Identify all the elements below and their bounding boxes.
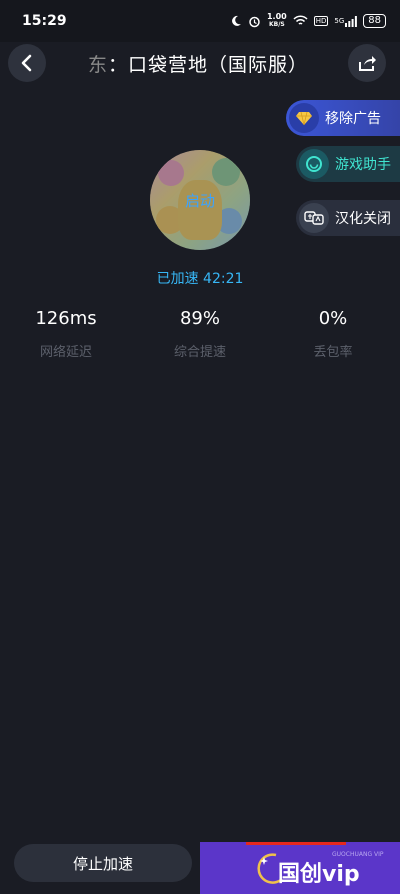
stat-packet-loss: 0% 丢包率 [273, 308, 393, 360]
stat-value: 0% [318, 308, 348, 329]
localization-label: 汉化关闭 [335, 211, 391, 227]
signal-icon: 5G [334, 15, 358, 27]
launch-label: 启动 [184, 191, 215, 210]
page-title: 东：口袋营地（国际服） [88, 50, 308, 77]
localization-toggle[interactable]: 汉化关闭 [296, 200, 400, 236]
chevron-left-icon [21, 54, 32, 72]
alarm-icon [248, 15, 261, 28]
battery-indicator: 88 [363, 14, 386, 28]
net-speed-unit: KB/S [268, 21, 285, 28]
stat-label: 丢包率 [313, 345, 353, 360]
stop-acceleration-button[interactable]: 停止加速 [14, 844, 192, 882]
stat-latency: 126ms 网络延迟 [6, 308, 126, 360]
hd-badge: HD [313, 16, 329, 26]
remove-ads-button[interactable]: 移除广告 [286, 100, 400, 136]
vip-label: 国创vip [278, 862, 360, 887]
stat-label: 网络延迟 [39, 345, 92, 360]
status-icons: 1.00 KB/S HD 5G 88 [230, 13, 386, 29]
vip-banner[interactable]: 国创vip GUOCHUANG VIP [200, 842, 400, 894]
game-assistant-button[interactable]: 游戏助手 [296, 146, 400, 182]
title-cut-char: 东 [88, 54, 109, 76]
vip-sub-label: GUOCHUANG VIP [332, 851, 384, 858]
share-icon [359, 56, 376, 71]
vip-accent-bar [246, 842, 346, 845]
stat-value: 126ms [35, 308, 97, 329]
game-launch-avatar[interactable]: 启动 [150, 150, 250, 250]
back-button[interactable] [8, 44, 46, 82]
remove-ads-label: 移除广告 [325, 111, 381, 127]
moon-icon [230, 15, 242, 27]
diamond-icon [289, 103, 319, 133]
nav-bar: 东：口袋营地（国际服） [0, 42, 400, 86]
translate-icon [299, 203, 329, 233]
accelerated-timer: 已加速 42:21 [156, 271, 244, 287]
assistant-icon [299, 149, 329, 179]
status-time: 15:29 [22, 13, 67, 29]
status-bar: 15:29 1.00 KB/S HD 5G 88 [0, 0, 400, 42]
avatar-overlay: 启动 [150, 150, 250, 250]
net-speed-value: 1.00 [266, 12, 287, 21]
stat-value: 89% [179, 308, 220, 329]
stat-label: 综合提速 [173, 345, 226, 360]
wifi-icon [293, 15, 308, 27]
title-text: ：口袋营地（国际服） [108, 54, 309, 76]
signal-label: 5G [334, 17, 345, 25]
share-button[interactable] [348, 44, 386, 82]
stat-boost: 89% 综合提速 [140, 308, 260, 360]
net-speed: 1.00 KB/S [267, 13, 287, 29]
game-assistant-label: 游戏助手 [335, 157, 391, 173]
